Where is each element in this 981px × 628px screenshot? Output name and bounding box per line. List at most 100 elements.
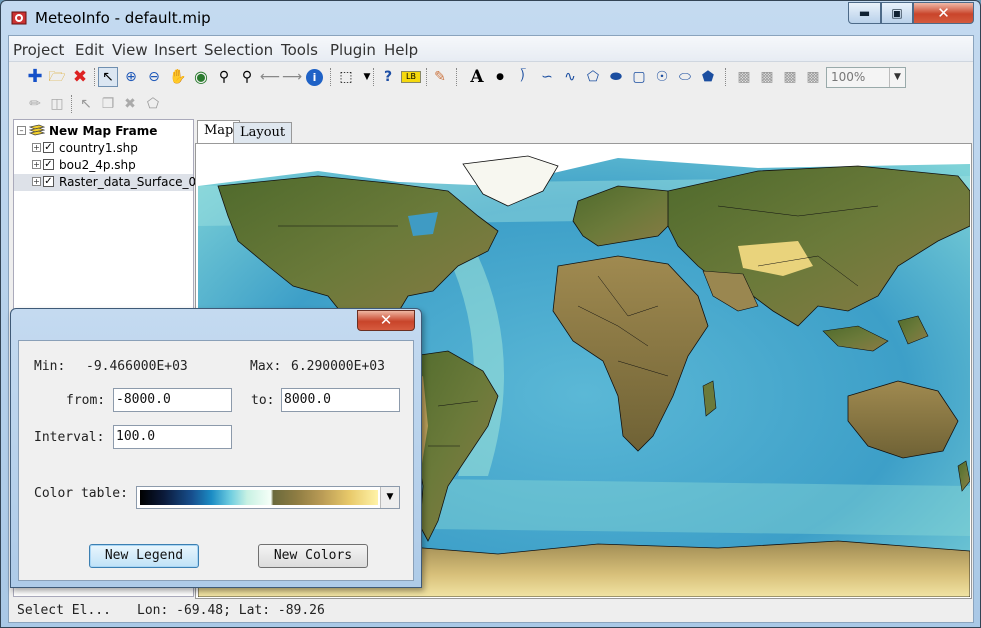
chevron-down-icon[interactable]: ▼ [380, 487, 399, 508]
back-arrow-icon[interactable]: ⟵ [260, 67, 280, 87]
info-icon[interactable]: i [306, 69, 323, 86]
expand-icon[interactable]: + [32, 160, 41, 169]
layer-label: bou2_4p.shp [59, 158, 136, 172]
copy-feature-icon[interactable]: ❐ [98, 94, 118, 114]
expand-icon[interactable]: + [32, 143, 41, 152]
freehand-line-icon[interactable]: ∽ [537, 67, 557, 87]
page-fit-icon[interactable]: ▩ [803, 67, 823, 87]
polyline-tool-icon[interactable]: ⟌ [513, 67, 533, 87]
layer-item[interactable]: + ✓ country1.shp [14, 140, 193, 157]
dialog-body: Min: -9.466000E+03 Max: 6.290000E+03 fro… [18, 340, 414, 581]
forward-arrow-icon[interactable]: ⟶ [282, 67, 302, 87]
delete-feature-icon[interactable]: ✖ [120, 94, 140, 114]
edit-icon[interactable]: ✎ [430, 67, 450, 87]
curve-polygon-icon[interactable]: ⬟ [698, 67, 718, 87]
main-toolbar: ✚ 🗁 ✖ ↖ ⊕ ⊖ ✋ ◉ ⚲ ⚲ ⟵ ⟶ i ⬚ ▼ ? LB ✎ A ●… [9, 64, 973, 91]
menu-project[interactable]: Project [13, 41, 64, 59]
polygon-tool-icon[interactable]: ⬠ [583, 67, 603, 87]
page-zoom-out-icon[interactable]: ▩ [780, 67, 800, 87]
layer-checkbox[interactable]: ✓ [43, 159, 54, 170]
text-tool-icon[interactable]: A [467, 67, 487, 87]
page-zoom-in-icon[interactable]: ▩ [757, 67, 777, 87]
rectangle-tool-icon[interactable]: ▢ [629, 67, 649, 87]
color-table-select[interactable]: ▼ [136, 486, 400, 509]
color-table-label: Color table: [34, 486, 128, 501]
layer-checkbox[interactable]: ✓ [43, 142, 54, 153]
page-icon[interactable]: ▩ [734, 67, 754, 87]
open-folder-icon[interactable]: 🗁 [47, 67, 67, 87]
menu-bar: Project Edit View Insert Selection Tools… [9, 36, 973, 62]
interval-label: Interval: [34, 430, 105, 445]
layer-item[interactable]: + ✓ Raster_data_Surface_0 [14, 174, 197, 191]
interval-field[interactable]: 100.0 [113, 425, 232, 449]
coordinate-readout: Lon: -69.48; Lat: -89.26 [137, 603, 325, 618]
expand-icon[interactable]: + [32, 177, 41, 186]
color-ramp-swatch [140, 490, 378, 505]
map-frame-icon [29, 124, 45, 136]
min-label: Min: [34, 359, 66, 374]
layer-label: Raster_data_Surface_0 [59, 175, 197, 189]
curve-tool-icon[interactable]: ∿ [560, 67, 580, 87]
add-layer-icon[interactable]: ✚ [25, 67, 45, 87]
close-button[interactable]: ✕ [913, 2, 974, 24]
dropdown-arrow-icon[interactable]: ▼ [357, 67, 377, 87]
identify-magnifier-icon[interactable]: ⚲ [214, 67, 234, 87]
point-tool-icon[interactable]: ● [490, 67, 510, 87]
edit-toolbar: ✏ ◫ ↖ ❐ ✖ ⬠ [9, 91, 973, 118]
status-message: Select El... [17, 603, 111, 618]
menu-insert[interactable]: Insert [154, 41, 197, 59]
select-feature-icon[interactable]: ↖ [76, 94, 96, 114]
title-bar[interactable]: MeteoInfo - default.mip ▬ ▣ ✕ [1, 1, 980, 35]
ellipse-tool-icon[interactable]: ⬭ [675, 67, 695, 87]
save-edit-icon[interactable]: ◫ [47, 94, 67, 114]
legend-dialog: ✕ Min: -9.466000E+03 Max: 6.290000E+03 f… [10, 308, 422, 588]
zoom-in-icon[interactable]: ⊕ [121, 67, 141, 87]
freehand-polygon-icon[interactable]: ⬬ [606, 67, 626, 87]
label-tool-icon[interactable]: LB [401, 71, 421, 83]
minimize-icon: ▬ [858, 6, 871, 20]
add-polygon-icon[interactable]: ⬠ [143, 94, 163, 114]
tab-layout[interactable]: Layout [233, 122, 293, 144]
map-frame-node[interactable]: – New Map Frame [14, 123, 193, 140]
pencil-edit-icon[interactable]: ✏ [25, 94, 45, 114]
meteoinfo-app-icon [11, 11, 27, 25]
to-label: to: [251, 393, 275, 408]
zoom-out-icon[interactable]: ⊖ [144, 67, 164, 87]
from-field[interactable]: -8000.0 [113, 388, 232, 412]
chevron-down-icon[interactable]: ▼ [889, 68, 905, 87]
collapse-icon[interactable]: – [17, 126, 26, 135]
help-cursor-icon[interactable]: ? [378, 67, 398, 87]
max-value: 6.290000E+03 [291, 359, 385, 374]
circle-tool-icon[interactable]: ☉ [652, 67, 672, 87]
dialog-close-button[interactable]: ✕ [357, 310, 415, 331]
minimize-button[interactable]: ▬ [848, 2, 881, 24]
min-value: -9.466000E+03 [86, 359, 188, 374]
layer-label: country1.shp [59, 141, 138, 155]
close-icon: ✕ [937, 4, 950, 22]
new-colors-button[interactable]: New Colors [258, 544, 368, 568]
select-rectangle-icon[interactable]: ⬚ [336, 67, 356, 87]
zoom-to-layer-icon[interactable]: ⚲ [237, 67, 257, 87]
menu-selection[interactable]: Selection [204, 41, 273, 59]
menu-view[interactable]: View [112, 41, 148, 59]
menu-edit[interactable]: Edit [75, 41, 104, 59]
to-field[interactable]: 8000.0 [281, 388, 400, 412]
select-arrow-icon[interactable]: ↖ [98, 67, 118, 87]
pan-hand-icon[interactable]: ✋ [168, 67, 188, 87]
new-legend-button[interactable]: New Legend [89, 544, 199, 568]
menu-tools[interactable]: Tools [281, 41, 318, 59]
zoom-value: 100% [831, 70, 866, 84]
from-label: from: [66, 393, 106, 408]
layer-checkbox[interactable]: ✓ [43, 176, 54, 187]
remove-layer-icon[interactable]: ✖ [70, 67, 90, 87]
full-extent-globe-icon[interactable]: ◉ [191, 67, 211, 87]
maximize-button[interactable]: ▣ [881, 2, 913, 24]
menu-help[interactable]: Help [384, 41, 418, 59]
map-frame-label: New Map Frame [49, 124, 158, 138]
maximize-icon: ▣ [891, 6, 903, 20]
menu-plugin[interactable]: Plugin [330, 41, 376, 59]
status-bar: Select El... Lon: -69.48; Lat: -89.26 [9, 599, 973, 622]
zoom-combo[interactable]: 100% ▼ [826, 67, 906, 88]
view-tabs: Map Layout [195, 120, 975, 144]
layer-item[interactable]: + ✓ bou2_4p.shp [14, 157, 193, 174]
